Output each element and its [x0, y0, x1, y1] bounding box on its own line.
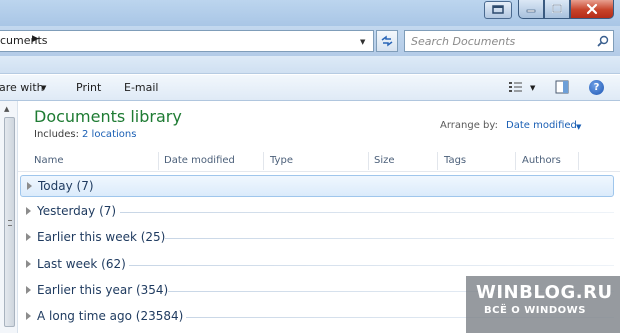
- chevron-right-icon[interactable]: ▶: [32, 34, 39, 44]
- minimize-icon: [526, 9, 536, 13]
- scroll-up-icon[interactable]: ▲: [4, 105, 9, 113]
- search-placeholder: Search Documents: [411, 35, 516, 48]
- column-headers: Name Date modified Type Size Tags Author…: [18, 150, 620, 172]
- print-button[interactable]: Print: [76, 81, 101, 94]
- minimize-button[interactable]: [518, 0, 544, 19]
- help-icon[interactable]: ?: [589, 80, 604, 95]
- column-header-type[interactable]: Type: [270, 155, 293, 166]
- address-box[interactable]: cuments ▶ ▼: [0, 30, 374, 52]
- column-header-authors[interactable]: Authors: [522, 155, 561, 166]
- breadcrumb-documents[interactable]: cuments: [0, 34, 48, 47]
- email-button[interactable]: E-mail: [124, 81, 159, 94]
- group-divider: [165, 238, 614, 239]
- chevron-down-icon[interactable]: ▼: [530, 84, 535, 92]
- locations-link[interactable]: 2 locations: [82, 129, 136, 140]
- column-header-date-modified[interactable]: Date modified: [164, 155, 235, 166]
- group-divider: [120, 212, 614, 213]
- refresh-icon: [381, 35, 393, 47]
- expand-arrow-icon[interactable]: [26, 260, 31, 268]
- menu-band: [0, 56, 620, 74]
- watermark-title: WINBLOG.RU: [476, 282, 613, 303]
- column-header-size[interactable]: Size: [374, 155, 395, 166]
- group-label: Last week (62): [37, 257, 126, 271]
- column-divider[interactable]: [368, 152, 369, 170]
- search-icon[interactable]: [597, 35, 609, 47]
- caption-buttons: [518, 0, 614, 19]
- view-details-icon[interactable]: [508, 80, 524, 94]
- column-header-name[interactable]: Name: [34, 155, 64, 166]
- arrange-by-dropdown[interactable]: Date modified: [506, 120, 577, 131]
- scrollbar-thumb[interactable]: [4, 117, 15, 327]
- group-earlier-this-week[interactable]: Earlier this week (25): [20, 227, 614, 249]
- expand-arrow-icon[interactable]: [27, 182, 32, 190]
- command-bar: are with ▼ Print E-mail ▼ ?: [0, 75, 620, 101]
- column-divider[interactable]: [437, 152, 438, 170]
- group-label: Earlier this year (354): [37, 283, 169, 297]
- close-icon: [586, 3, 598, 15]
- grip-icon: [8, 220, 12, 226]
- includes-label: Includes:: [34, 129, 79, 140]
- column-header-tags[interactable]: Tags: [444, 155, 466, 166]
- navigation-pane: ▲: [0, 101, 18, 333]
- search-input[interactable]: Search Documents: [404, 30, 614, 52]
- group-last-week[interactable]: Last week (62): [20, 254, 614, 276]
- title-bar: [0, 0, 620, 26]
- group-label: Today (7): [38, 179, 94, 193]
- expand-arrow-icon[interactable]: [26, 286, 31, 294]
- group-label: Earlier this week (25): [37, 230, 166, 244]
- share-with-button[interactable]: are with: [0, 81, 44, 94]
- address-bar: cuments ▶ ▼ Search Documents: [0, 26, 620, 56]
- column-divider[interactable]: [158, 152, 159, 170]
- column-divider[interactable]: [515, 152, 516, 170]
- window-switch-icon: [492, 5, 504, 14]
- group-divider: [129, 265, 614, 266]
- column-divider[interactable]: [578, 152, 579, 170]
- watermark: WINBLOG.RU ВСЁ О WINDOWS: [466, 276, 620, 333]
- group-today[interactable]: Today (7): [20, 175, 614, 197]
- expand-arrow-icon[interactable]: [26, 312, 31, 320]
- expand-arrow-icon[interactable]: [26, 207, 31, 215]
- refresh-button[interactable]: [376, 30, 398, 52]
- chevron-down-icon[interactable]: ▼: [576, 123, 581, 131]
- group-yesterday[interactable]: Yesterday (7): [20, 201, 614, 223]
- close-button[interactable]: [570, 0, 614, 19]
- chevron-down-icon[interactable]: ▼: [360, 38, 365, 46]
- arrange-by-label: Arrange by:: [440, 120, 498, 131]
- maximize-icon: [552, 4, 562, 13]
- preview-pane-icon[interactable]: [555, 80, 569, 94]
- expand-arrow-icon[interactable]: [26, 233, 31, 241]
- column-divider[interactable]: [263, 152, 264, 170]
- library-title: Documents library: [34, 107, 182, 126]
- watermark-subtitle: ВСЁ О WINDOWS: [484, 305, 586, 316]
- switch-window-button[interactable]: [484, 1, 512, 19]
- chevron-down-icon[interactable]: ▼: [41, 84, 46, 92]
- group-label: Yesterday (7): [37, 204, 117, 218]
- group-label: A long time ago (23584): [37, 309, 184, 323]
- maximize-button[interactable]: [544, 0, 570, 19]
